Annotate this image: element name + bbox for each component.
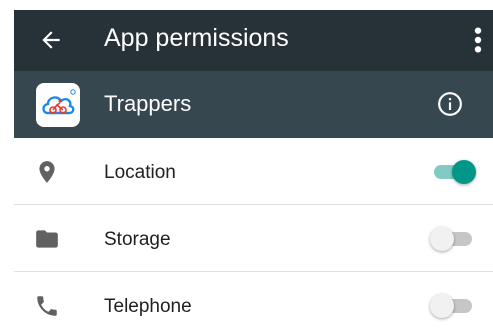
permission-label: Telephone — [104, 296, 192, 317]
bike-cloud-logo-icon — [42, 89, 76, 115]
page-title: App permissions — [104, 24, 289, 52]
phone-icon — [37, 296, 57, 316]
toolbar: App permissions — [14, 10, 493, 71]
permission-row-telephone[interactable]: Telephone — [14, 272, 493, 333]
permission-label: Storage — [104, 229, 171, 250]
toggle-thumb — [430, 294, 454, 318]
folder-icon — [36, 230, 58, 248]
toggle-thumb — [452, 160, 476, 184]
app-name: Trappers — [104, 91, 192, 116]
permission-label: Location — [104, 162, 176, 183]
telephone-toggle[interactable] — [430, 294, 476, 318]
toggle-thumb — [430, 227, 454, 251]
info-icon[interactable] — [437, 91, 463, 117]
permission-row-storage[interactable]: Storage — [14, 205, 493, 272]
location-toggle[interactable] — [430, 160, 476, 184]
more-vert-icon[interactable] — [469, 24, 487, 56]
location-pin-icon — [39, 161, 55, 183]
arrow-back-icon[interactable] — [38, 27, 64, 53]
app-header: Trappers — [14, 71, 493, 138]
app-icon — [36, 83, 80, 127]
storage-toggle[interactable] — [430, 227, 476, 251]
permission-row-location[interactable]: Location — [14, 138, 493, 205]
